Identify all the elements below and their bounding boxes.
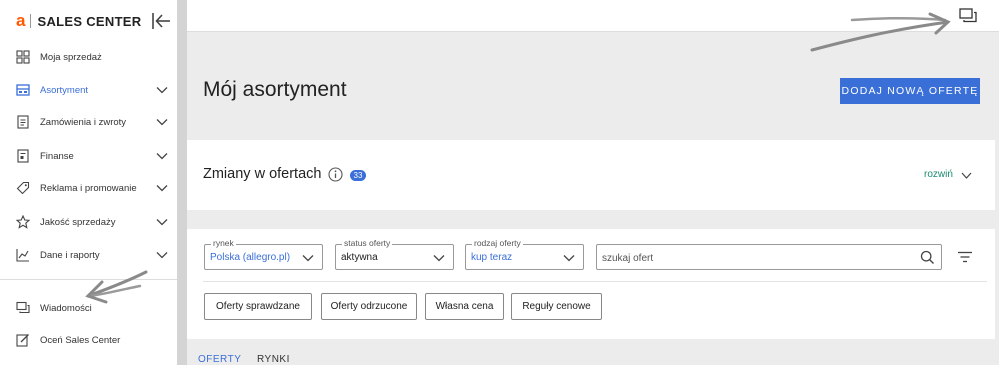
tab-oferty[interactable]: OFERTY (198, 354, 241, 365)
sidebar-item-label: Moja sprzedaż (40, 51, 102, 63)
sidebar-item-label: Reklama i promowanie (40, 182, 137, 194)
expand-link[interactable]: rozwiń (924, 169, 953, 180)
chip-wlasna-cena[interactable]: Własna cena (425, 293, 504, 320)
filter-card: rynek Polska (allegro.pl) status oferty … (187, 229, 995, 339)
sidebar-item-zamowienia[interactable]: Zamówienia i zwroty (0, 107, 177, 137)
chevron-down-icon[interactable] (961, 172, 972, 179)
search-icon[interactable] (920, 250, 935, 265)
sidebar: a SALES CENTER Moja sprzedaż Asortyment (0, 0, 177, 365)
chevron-down-icon[interactable] (156, 251, 168, 259)
sidebar-item-dane-raporty[interactable]: Dane i raporty (0, 240, 177, 270)
chip-oferty-odrzucone[interactable]: Oferty odrzucone (321, 293, 417, 320)
offer-type-select[interactable]: rodzaj oferty kup teraz (465, 238, 584, 270)
chevron-down-icon (302, 255, 314, 262)
sidebar-scrollbar[interactable] (177, 0, 187, 365)
top-bar (187, 0, 999, 32)
changes-count-badge: 33 (350, 170, 366, 181)
market-select-legend: rynek (211, 238, 236, 249)
star-icon (16, 215, 30, 229)
edit-icon (16, 334, 29, 347)
chevron-down-icon (563, 255, 575, 262)
page-title: Mój asortyment (203, 78, 347, 101)
tab-rynki[interactable]: RYNKI (257, 354, 290, 365)
logo-separator (30, 14, 32, 28)
chevron-down-icon[interactable] (156, 152, 168, 160)
sidebar-item-wiadomosci[interactable]: Wiadomości (0, 293, 177, 323)
sidebar-item-reklama[interactable]: Reklama i promowanie (0, 173, 177, 203)
logo-letter: a (16, 11, 26, 30)
search-input[interactable] (602, 250, 912, 266)
filter-icon[interactable] (958, 251, 972, 263)
chart-icon (16, 249, 29, 262)
offer-changes-title: Zmiany w ofertach (203, 166, 322, 182)
sidebar-item-label: Zamówienia i zwroty (40, 116, 127, 128)
allegro-logo[interactable]: a SALES CENTER (16, 11, 141, 31)
filter-divider (203, 281, 987, 282)
status-select-value: aktywna (341, 252, 378, 263)
sidebar-item-label: Asortyment (40, 84, 89, 96)
market-select-value: Polska (allegro.pl) (210, 252, 291, 263)
chevron-down-icon[interactable] (156, 86, 168, 94)
offer-type-select-value: kup teraz (471, 252, 513, 263)
logo-text: SALES CENTER (37, 13, 142, 29)
chevron-down-icon[interactable] (156, 218, 168, 226)
info-icon[interactable] (328, 167, 343, 182)
sidebar-item-jakosc[interactable]: Jakość sprzedaży (0, 207, 177, 237)
status-select[interactable]: status oferty aktywna (335, 238, 454, 270)
messages-icon (16, 301, 30, 314)
sidebar-item-label: Finanse (40, 150, 74, 162)
chevron-down-icon[interactable] (156, 118, 168, 126)
tag-icon (16, 181, 30, 195)
sidebar-item-label: Wiadomości (40, 302, 92, 314)
sidebar-item-label: Jakość sprzedaży (40, 216, 116, 228)
status-select-legend: status oferty (342, 238, 393, 249)
offer-type-select-legend: rodzaj oferty (472, 238, 523, 249)
finance-icon (17, 149, 29, 163)
sidebar-item-label: Dane i raporty (40, 249, 100, 261)
sidebar-divider (0, 279, 177, 280)
collapse-sidebar-icon[interactable] (150, 10, 172, 32)
sidebar-item-ocen-sales-center[interactable]: Oceń Sales Center (0, 325, 177, 355)
chat-icon[interactable] (958, 6, 978, 26)
chip-oferty-sprawdzane[interactable]: Oferty sprawdzane (204, 293, 312, 320)
search-box (596, 244, 942, 270)
inventory-icon (16, 84, 30, 96)
chevron-down-icon (433, 255, 445, 262)
orders-icon (17, 115, 29, 129)
offer-changes-card: Zmiany w ofertach 33 rozwiń (187, 140, 995, 210)
chevron-down-icon[interactable] (156, 184, 168, 192)
sidebar-item-label: Oceń Sales Center (40, 334, 121, 346)
chip-reguly-cenowe[interactable]: Reguły cenowe (511, 293, 602, 320)
sidebar-item-finanse[interactable]: Finanse (0, 141, 177, 171)
sidebar-item-moja-sprzedaz[interactable]: Moja sprzedaż (0, 42, 177, 72)
market-select[interactable]: rynek Polska (allegro.pl) (204, 238, 323, 270)
add-offer-button[interactable]: DODAJ NOWĄ OFERTĘ (840, 78, 980, 104)
grid-icon (16, 50, 30, 64)
sidebar-item-asortyment[interactable]: Asortyment (0, 75, 177, 105)
